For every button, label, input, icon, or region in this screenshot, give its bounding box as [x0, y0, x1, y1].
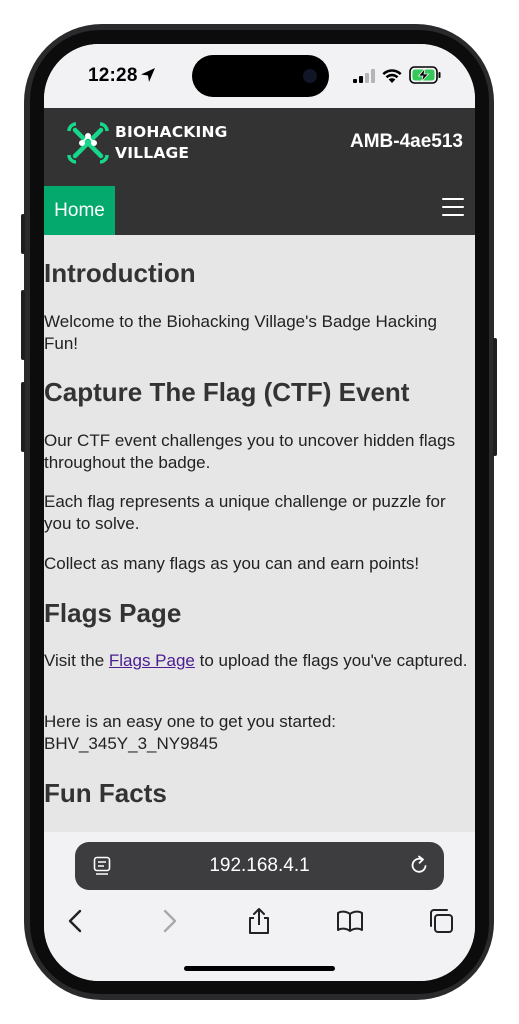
back-icon[interactable]	[62, 907, 90, 935]
camera-lens	[303, 69, 317, 83]
dynamic-island	[192, 55, 329, 97]
nav-bar: Home	[44, 186, 475, 235]
power-button	[493, 338, 497, 456]
logo-line-1: BIOHACKING	[115, 123, 228, 141]
share-icon[interactable]	[245, 907, 273, 935]
easy-flag-value: BHV_345Y_3_NY9845	[44, 734, 218, 753]
forward-icon[interactable]	[155, 907, 183, 935]
nav-home-link[interactable]: Home	[44, 186, 115, 235]
crossed-wrench-molecule-icon[interactable]	[66, 121, 110, 165]
address-bar[interactable]: 192.168.4.1	[75, 842, 444, 890]
battery-charging-icon	[409, 66, 441, 84]
flags-text-after: to upload the flags you've captured.	[194, 651, 468, 670]
bookmarks-icon[interactable]	[336, 907, 364, 935]
easy-flag-paragraph: Here is an easy one to get you started: …	[44, 711, 472, 755]
phone-screen: 12:28 BIOHACKING VILLAGE AMB-4ae513 Home…	[44, 44, 475, 981]
flags-heading: Flags Page	[44, 598, 182, 628]
cellular-signal-icon	[353, 69, 375, 83]
ctf-paragraph-2: Each flag represents a unique challenge …	[44, 492, 446, 533]
flags-paragraph: Visit the Flags Page to upload the flags…	[44, 650, 472, 672]
intro-text: Welcome to the Biohacking Village's Badg…	[44, 312, 437, 353]
flags-page-link[interactable]: Flags Page	[109, 651, 195, 670]
home-indicator[interactable]	[184, 966, 335, 971]
status-time: 12:28	[88, 65, 138, 86]
action-button	[21, 214, 25, 254]
tabs-icon[interactable]	[427, 907, 455, 935]
flags-text-before: Visit the	[44, 651, 109, 670]
volume-up-button	[21, 290, 25, 360]
hamburger-menu-icon[interactable]	[442, 198, 464, 216]
site-logo-text[interactable]: BIOHACKING VILLAGE	[115, 122, 228, 164]
wifi-icon	[382, 69, 402, 83]
intro-heading: Introduction	[44, 258, 196, 288]
volume-down-button	[21, 382, 25, 452]
ctf-paragraph-3: Collect as many flags as you can and ear…	[44, 554, 420, 573]
ctf-paragraph-1: Our CTF event challenges you to uncover …	[44, 431, 456, 472]
fun-facts-heading: Fun Facts	[44, 778, 167, 808]
page-content: Introduction Welcome to the Biohacking V…	[44, 235, 475, 845]
logo-line-2: VILLAGE	[115, 144, 190, 162]
ctf-heading: Capture The Flag (CTF) Event	[44, 377, 410, 407]
easy-flag-intro: Here is an easy one to get you started:	[44, 712, 337, 731]
browser-toolbar: 192.168.4.1	[44, 832, 475, 981]
reload-icon[interactable]	[408, 854, 430, 876]
status-bar: 12:28	[44, 44, 475, 108]
site-header: BIOHACKING VILLAGE AMB-4ae513	[44, 108, 475, 186]
location-arrow-icon	[141, 68, 155, 82]
url-text: 192.168.4.1	[209, 855, 310, 876]
device-id: AMB-4ae513	[350, 131, 463, 152]
